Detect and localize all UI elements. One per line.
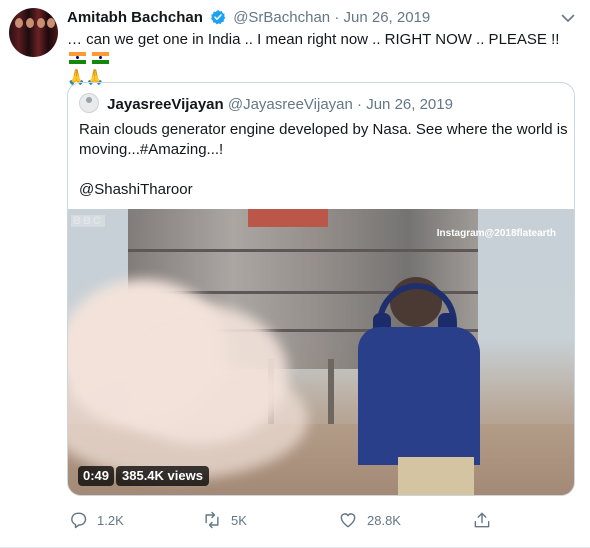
video-views: 385.4K views (116, 466, 209, 486)
tweet-text: … can we get one in India .. I mean righ… (67, 30, 579, 87)
india-flag-icon (69, 52, 86, 64)
author-name[interactable]: Amitabh Bachchan (67, 9, 203, 26)
quote-author-handle[interactable]: @JayasreeVijayan (228, 96, 353, 113)
tweet[interactable]: Amitabh Bachchan @SrBachchan · Jun 26, 2… (0, 0, 590, 548)
video-player[interactable]: BBC Instagram@2018flatearth 0:49 385.4K … (68, 209, 574, 495)
quote-avatar[interactable] (79, 93, 99, 113)
tweet-text-main: … can we get one in India .. I mean righ… (67, 31, 560, 48)
share-button[interactable] (472, 508, 501, 532)
bbc-watermark: BBC (71, 215, 105, 227)
quoted-tweet[interactable]: JayasreeVijayan @JayasreeVijayan · Jun 2… (67, 82, 575, 496)
quote-text: Rain clouds generator engine developed b… (79, 120, 569, 200)
avatar[interactable] (9, 8, 58, 57)
like-count: 28.8K (367, 512, 401, 528)
author-handle[interactable]: @SrBachchan (233, 9, 330, 26)
reply-button[interactable]: 1.2K (68, 508, 124, 532)
action-bar: 1.2K 5K 28.8K (62, 508, 502, 532)
verified-badge-icon (211, 10, 226, 25)
instagram-watermark: Instagram@2018flatearth (436, 228, 556, 239)
quote-date[interactable]: Jun 26, 2019 (366, 96, 453, 113)
retweet-button[interactable]: 5K (202, 508, 247, 532)
quote-header: JayasreeVijayan @JayasreeVijayan · Jun 2… (79, 93, 453, 114)
quote-text-main: Rain clouds generator engine developed b… (79, 121, 568, 158)
quote-separator: · (357, 96, 363, 113)
like-button[interactable]: 28.8K (338, 508, 401, 532)
reply-icon (71, 512, 87, 529)
header-separator: · (334, 9, 340, 26)
heart-icon (340, 513, 356, 528)
retweet-icon (205, 511, 219, 529)
share-icon (474, 512, 490, 528)
tweet-date[interactable]: Jun 26, 2019 (344, 9, 431, 26)
reply-count: 1.2K (97, 512, 124, 528)
video-duration: 0:49 (78, 466, 115, 486)
tweet-header: Amitabh Bachchan @SrBachchan · Jun 26, 2… (67, 9, 430, 27)
india-flag-icon (92, 52, 110, 64)
chevron-down-icon[interactable] (558, 8, 578, 28)
quote-mention[interactable]: @ShashiTharoor (79, 180, 569, 200)
retweet-count: 5K (231, 512, 247, 528)
quote-author-name[interactable]: JayasreeVijayan (107, 96, 224, 113)
